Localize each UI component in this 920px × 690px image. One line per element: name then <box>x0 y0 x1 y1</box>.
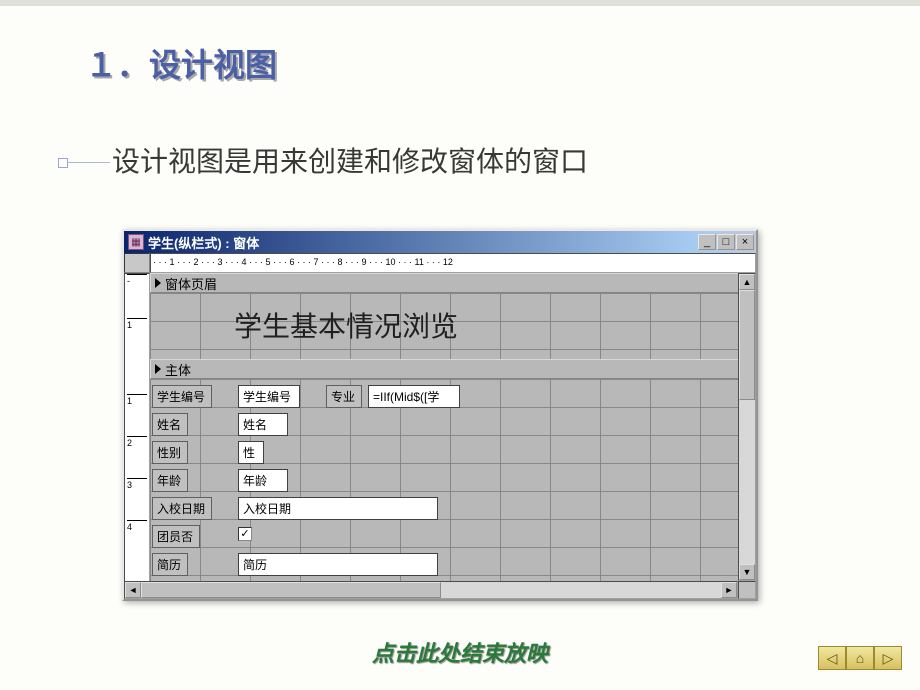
maximize-button[interactable]: □ <box>717 234 735 250</box>
field-label[interactable]: 性别 <box>152 441 188 464</box>
window-titlebar[interactable]: ▦ 学生(纵栏式) : 窗体 _ □ × <box>124 231 756 253</box>
nav-prev-button[interactable]: ◁ <box>818 646 846 670</box>
field-label[interactable]: 姓名 <box>152 413 188 436</box>
field-textbox[interactable]: 年龄 <box>238 469 288 492</box>
vertical-ruler[interactable]: - 1 1 2 3 4 <box>124 273 150 599</box>
slide-top-border <box>0 0 920 6</box>
nav-next-button[interactable]: ▷ <box>874 646 902 670</box>
form-header-section[interactable]: 学生基本情况浏览 <box>150 293 756 359</box>
section-handle-icon <box>155 364 161 374</box>
field-label[interactable]: 年龄 <box>152 469 188 492</box>
access-design-window: ▦ 学生(纵栏式) : 窗体 _ □ × · · · 1 · · · 2 · ·… <box>122 229 758 601</box>
size-grip[interactable] <box>738 581 756 599</box>
field-label[interactable]: 简历 <box>152 553 188 576</box>
field-textbox[interactable]: 学生编号 <box>238 385 300 408</box>
horizontal-scrollbar[interactable]: ◄ ► <box>124 581 738 599</box>
section-handle-icon <box>155 278 161 288</box>
slide-title: １．设计视图 <box>85 40 277 86</box>
scroll-thumb-horizontal[interactable] <box>141 582 441 598</box>
horizontal-ruler[interactable]: · · · 1 · · · 2 · · · 3 · · · 4 · · · 5 … <box>150 253 756 273</box>
form-title-label[interactable]: 学生基本情况浏览 <box>234 305 458 345</box>
checkbox-control[interactable]: ✓ <box>238 527 252 541</box>
close-button[interactable]: × <box>736 234 754 250</box>
field-label[interactable]: 学生编号 <box>152 385 212 408</box>
ruler-corner[interactable] <box>124 253 150 273</box>
bullet-line <box>68 162 110 163</box>
bullet-icon <box>58 158 68 168</box>
section-body-bar[interactable]: 主体 <box>150 359 756 379</box>
slide-nav-controls: ◁ ⌂ ▷ <box>818 646 902 670</box>
footer-link[interactable]: 点击此处结束放映 <box>372 636 548 668</box>
section-body-label: 主体 <box>165 360 191 379</box>
minimize-button[interactable]: _ <box>698 234 716 250</box>
scroll-down-button[interactable]: ▼ <box>739 564 755 580</box>
scroll-left-button[interactable]: ◄ <box>125 582 141 598</box>
field-textbox[interactable]: 入校日期 <box>238 497 438 520</box>
scroll-thumb-vertical[interactable] <box>739 290 755 400</box>
field-label[interactable]: 团员否 <box>152 525 200 548</box>
field-textbox[interactable]: 简历 <box>238 553 438 576</box>
window-title-text: 学生(纵栏式) : 窗体 <box>148 233 698 252</box>
nav-home-button[interactable]: ⌂ <box>846 646 874 670</box>
section-header-bar[interactable]: 窗体页眉 <box>150 273 756 293</box>
form-design-area[interactable]: 窗体页眉 学生基本情况浏览 主体 学生编号 学生编号 专业 =IIf(Mid$([学姓… <box>150 273 756 599</box>
scroll-right-button[interactable]: ► <box>721 582 737 598</box>
field-textbox[interactable]: 性 <box>238 441 264 464</box>
section-header-label: 窗体页眉 <box>165 274 217 293</box>
scroll-up-button[interactable]: ▲ <box>739 274 755 290</box>
form-icon: ▦ <box>128 234 144 250</box>
field-label[interactable]: 入校日期 <box>152 497 212 520</box>
slide-subtitle: 设计视图是用来创建和修改窗体的窗口 <box>112 140 588 180</box>
form-body-section[interactable]: 学生编号 学生编号 专业 =IIf(Mid$([学姓名 姓名性别 性年龄 年龄入校日期 入校日… <box>150 379 756 589</box>
field-textbox[interactable]: 姓名 <box>238 413 288 436</box>
vertical-scrollbar[interactable]: ▲ ▼ <box>738 273 756 581</box>
field-textbox[interactable]: =IIf(Mid$([学 <box>368 385 460 408</box>
field-label[interactable]: 专业 <box>326 385 362 408</box>
